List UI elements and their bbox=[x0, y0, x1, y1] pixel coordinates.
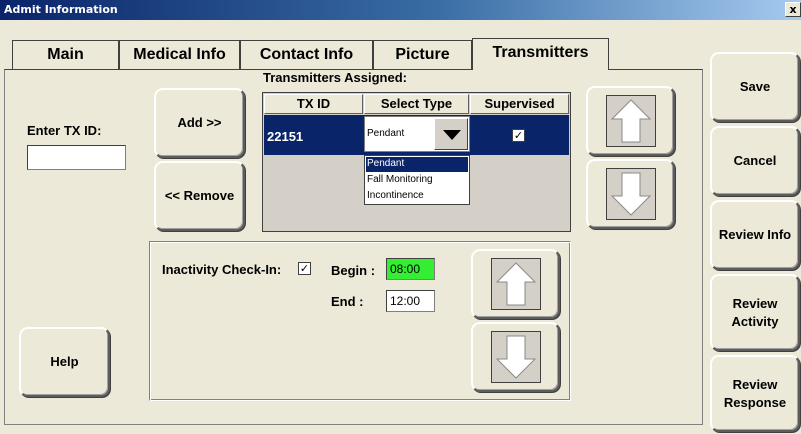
up-arrow-icon bbox=[605, 95, 656, 147]
inactivity-checkbox[interactable]: ✓ bbox=[298, 262, 311, 275]
select-type-dropdown[interactable]: Pendant bbox=[364, 116, 470, 152]
tab-picture[interactable]: Picture bbox=[373, 40, 472, 69]
triangle-down-icon bbox=[443, 130, 461, 140]
column-header-select-type[interactable]: Select Type bbox=[364, 94, 469, 114]
remove-button[interactable]: << Remove bbox=[154, 161, 245, 231]
tab-medical-info[interactable]: Medical Info bbox=[119, 40, 240, 69]
option-fall-monitoring[interactable]: Fall Monitoring bbox=[366, 173, 468, 188]
column-header-tx-id[interactable]: TX ID bbox=[264, 94, 363, 114]
close-button[interactable]: x bbox=[785, 2, 801, 17]
move-down-button[interactable] bbox=[586, 159, 675, 229]
down-arrow-icon bbox=[490, 331, 541, 383]
help-button[interactable]: Help bbox=[19, 327, 110, 397]
inactivity-up-button[interactable] bbox=[471, 249, 560, 319]
enter-tx-id-label: Enter TX ID: bbox=[27, 123, 102, 138]
cancel-button[interactable]: Cancel bbox=[710, 126, 800, 196]
inactivity-down-button[interactable] bbox=[471, 322, 560, 392]
end-label: End : bbox=[331, 294, 364, 309]
review-response-button[interactable]: Review Response bbox=[710, 355, 800, 432]
supervised-checkbox[interactable]: ✓ bbox=[512, 129, 525, 142]
tab-main[interactable]: Main bbox=[12, 40, 119, 69]
tab-contact-info[interactable]: Contact Info bbox=[240, 40, 373, 69]
select-type-options-list: Pendant Fall Monitoring Incontinence bbox=[364, 155, 470, 205]
add-button[interactable]: Add >> bbox=[154, 88, 245, 158]
window-title: Admit Information bbox=[4, 3, 118, 16]
move-up-button[interactable] bbox=[586, 86, 675, 156]
select-type-value: Pendant bbox=[367, 128, 405, 139]
tab-transmitters[interactable]: Transmitters bbox=[472, 38, 609, 70]
checkmark-icon: ✓ bbox=[299, 262, 310, 275]
inactivity-check-in-label: Inactivity Check-In: bbox=[162, 262, 282, 277]
title-bar: Admit Information x bbox=[0, 0, 801, 20]
option-incontinence[interactable]: Incontinence bbox=[366, 189, 468, 204]
column-header-supervised[interactable]: Supervised bbox=[470, 94, 569, 114]
option-pendant[interactable]: Pendant bbox=[366, 157, 468, 172]
down-arrow-icon bbox=[605, 168, 656, 220]
begin-label: Begin : bbox=[331, 263, 376, 278]
review-info-button[interactable]: Review Info bbox=[710, 200, 800, 270]
tx-id-input[interactable] bbox=[27, 145, 126, 170]
review-activity-button[interactable]: Review Activity bbox=[710, 274, 800, 351]
up-arrow-icon bbox=[490, 258, 541, 310]
begin-time-field[interactable]: 08:00 bbox=[386, 258, 435, 280]
end-time-field[interactable]: 12:00 bbox=[386, 290, 435, 312]
dropdown-button[interactable] bbox=[434, 118, 468, 150]
transmitters-assigned-title: Transmitters Assigned: bbox=[263, 70, 408, 85]
save-button[interactable]: Save bbox=[710, 52, 800, 122]
tx-id-cell: 22151 bbox=[267, 129, 304, 144]
checkmark-icon: ✓ bbox=[513, 129, 524, 142]
